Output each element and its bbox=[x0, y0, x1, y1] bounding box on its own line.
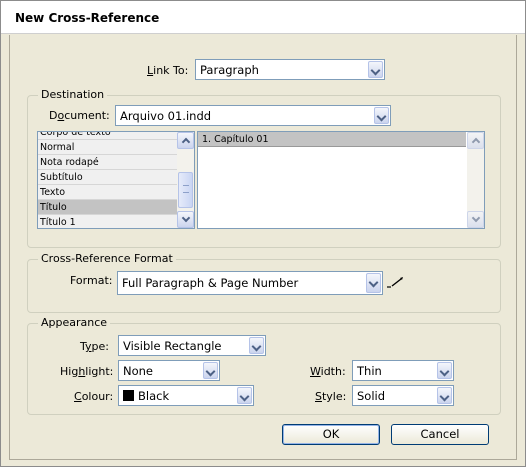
link-to-dropdown[interactable]: Paragraph bbox=[195, 59, 385, 80]
chevron-down-icon[interactable] bbox=[249, 337, 264, 354]
document-label: Document: bbox=[49, 109, 110, 122]
colour-value: Black bbox=[138, 389, 170, 403]
link-to-label: Link To: bbox=[147, 64, 189, 77]
paragraph-styles-list[interactable]: Corpo de texto Normal Nota rodapé Subtít… bbox=[37, 131, 195, 229]
format-legend: Cross-Reference Format bbox=[38, 252, 176, 265]
ok-button[interactable]: OK bbox=[282, 424, 380, 445]
list-item[interactable]: Corpo de texto bbox=[38, 132, 177, 140]
format-label: Format: bbox=[70, 274, 113, 287]
paragraphs-scrollbar[interactable] bbox=[467, 132, 484, 228]
list-item[interactable]: Texto bbox=[38, 185, 177, 200]
colour-swatch bbox=[123, 390, 134, 401]
list-item[interactable]: Subtítulo bbox=[38, 170, 177, 185]
document-dropdown[interactable]: Arquivo 01.indd bbox=[115, 105, 391, 126]
chevron-down-icon[interactable] bbox=[437, 387, 452, 404]
chevron-down-icon[interactable] bbox=[203, 362, 218, 379]
styles-scrollbar[interactable] bbox=[177, 132, 194, 228]
cancel-button[interactable]: Cancel bbox=[391, 424, 489, 445]
dialog-title: New Cross-Reference bbox=[15, 11, 160, 25]
format-dropdown[interactable]: Full Paragraph & Page Number bbox=[117, 271, 383, 295]
highlight-dropdown[interactable]: None bbox=[118, 360, 220, 381]
style-value: Solid bbox=[357, 389, 386, 403]
paragraphs-list[interactable]: 1. Capítulo 01 bbox=[197, 131, 485, 229]
chevron-down-icon[interactable] bbox=[374, 107, 389, 124]
highlight-value: None bbox=[123, 364, 154, 378]
title-bar[interactable]: New Cross-Reference bbox=[1, 1, 525, 34]
colour-dropdown[interactable]: Black bbox=[118, 385, 254, 406]
list-item[interactable]: 1. Capítulo 01 bbox=[198, 132, 466, 147]
list-item[interactable]: Nota rodapé bbox=[38, 155, 177, 170]
scroll-thumb[interactable] bbox=[178, 172, 193, 208]
list-item-selected[interactable]: Título bbox=[38, 200, 177, 215]
document-value: Arquivo 01.indd bbox=[120, 109, 212, 123]
width-dropdown[interactable]: Thin bbox=[352, 360, 454, 381]
link-to-value: Paragraph bbox=[200, 63, 259, 77]
scroll-down-icon[interactable] bbox=[177, 211, 194, 228]
width-value: Thin bbox=[357, 364, 382, 378]
type-label: Type: bbox=[80, 340, 109, 353]
type-dropdown[interactable]: Visible Rectangle bbox=[118, 335, 266, 356]
scroll-down-icon[interactable] bbox=[467, 211, 484, 228]
list-item[interactable]: Título 1 bbox=[38, 215, 177, 228]
new-cross-reference-dialog: New Cross-Reference Link To: Paragraph D… bbox=[0, 0, 526, 467]
chevron-down-icon[interactable] bbox=[437, 362, 452, 379]
list-item[interactable]: Normal bbox=[38, 140, 177, 155]
destination-legend: Destination bbox=[38, 88, 108, 101]
colour-label: Colour: bbox=[74, 390, 114, 403]
chevron-down-icon[interactable] bbox=[366, 273, 381, 293]
width-label: Width: bbox=[310, 365, 346, 378]
appearance-legend: Appearance bbox=[38, 316, 111, 329]
style-dropdown[interactable]: Solid bbox=[352, 385, 454, 406]
type-value: Visible Rectangle bbox=[123, 339, 222, 353]
style-label: Style: bbox=[315, 390, 347, 403]
scroll-up-icon[interactable] bbox=[177, 132, 194, 149]
highlight-label: Highlight: bbox=[60, 365, 114, 378]
chevron-down-icon[interactable] bbox=[368, 61, 383, 78]
format-value: Full Paragraph & Page Number bbox=[122, 276, 299, 290]
chevron-down-icon[interactable] bbox=[237, 387, 252, 404]
edit-format-pen-icon[interactable] bbox=[385, 275, 405, 291]
scroll-up-icon[interactable] bbox=[467, 132, 484, 149]
